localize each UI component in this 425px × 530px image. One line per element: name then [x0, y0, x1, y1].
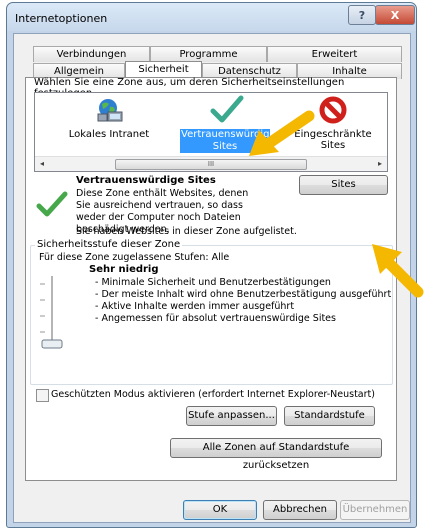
title-bar[interactable]: Internetoptionen ? X [7, 3, 416, 33]
zone-sites-note: Sie haben Websites in dieser Zone aufgel… [76, 226, 297, 237]
security-level-slider[interactable] [37, 274, 67, 349]
zone-title: Vertrauenswürdige Sites [76, 175, 216, 186]
security-level-legend: Sicherheitsstufe dieser Zone [35, 239, 183, 250]
tab-verbindungen[interactable]: Verbindungen [33, 46, 150, 62]
level-detail: - Der meiste Inhalt wird ohne Benutzerbe… [95, 289, 392, 300]
sites-button[interactable]: Sites [299, 175, 388, 195]
default-level-button[interactable]: Standardstufe [284, 406, 375, 426]
zone-lokales-intranet[interactable]: Lokales Intranet [67, 95, 151, 140]
scroll-right-icon[interactable]: ▸ [373, 157, 387, 171]
reset-all-zones-button[interactable]: Alle Zonen auf Standardstufe zurücksetze… [170, 438, 382, 471]
close-icon: X [390, 8, 400, 22]
tab-row-back: Verbindungen Programme Erweitert [33, 46, 402, 63]
cancel-button[interactable]: Abbrechen [263, 500, 337, 520]
annotation-arrow-icon [249, 110, 315, 156]
close-button[interactable]: X [375, 5, 415, 25]
annotation-arrow-icon [372, 244, 424, 298]
protected-mode-label[interactable]: Geschützten Modus aktivieren (erfordert … [51, 389, 375, 400]
protected-mode-checkbox[interactable] [36, 389, 49, 402]
allowed-levels-text: Für diese Zone zugelassene Stufen: Alle [39, 252, 230, 263]
window-title: Internetoptionen [15, 12, 108, 25]
zone-scrollbar[interactable]: ◂ III ▸ [35, 156, 387, 171]
help-icon: ? [358, 8, 366, 22]
help-button[interactable]: ? [348, 5, 376, 25]
level-detail: - Aktive Inhalte werden immer ausgeführt [95, 301, 295, 312]
zone-list[interactable]: Lokales Intranet Vertrauenswürdige Sites… [34, 92, 388, 172]
apply-button[interactable]: Übernehmen [340, 500, 410, 520]
tab-erweitert[interactable]: Erweitert [267, 46, 402, 62]
check-icon [36, 190, 68, 220]
intranet-icon [94, 95, 124, 125]
security-level-group: Sicherheitsstufe dieser Zone Für diese Z… [30, 239, 393, 385]
ok-button[interactable]: OK [183, 500, 257, 520]
check-icon [210, 95, 244, 125]
zone-label: Lokales Intranet [68, 129, 150, 140]
level-detail: - Angemessen für absolut vertrauenswürdi… [95, 313, 336, 324]
blocked-icon [318, 95, 348, 125]
level-detail: - Minimale Sicherheit und Benutzerbestät… [95, 277, 331, 288]
custom-level-button[interactable]: Stufe anpassen... [186, 406, 277, 426]
security-level-name: Sehr niedrig [89, 264, 159, 275]
scroll-left-icon[interactable]: ◂ [35, 157, 49, 171]
tab-programme[interactable]: Programme [150, 46, 267, 62]
security-tab-panel: Wählen Sie eine Zone aus, um deren Siche… [25, 77, 397, 481]
